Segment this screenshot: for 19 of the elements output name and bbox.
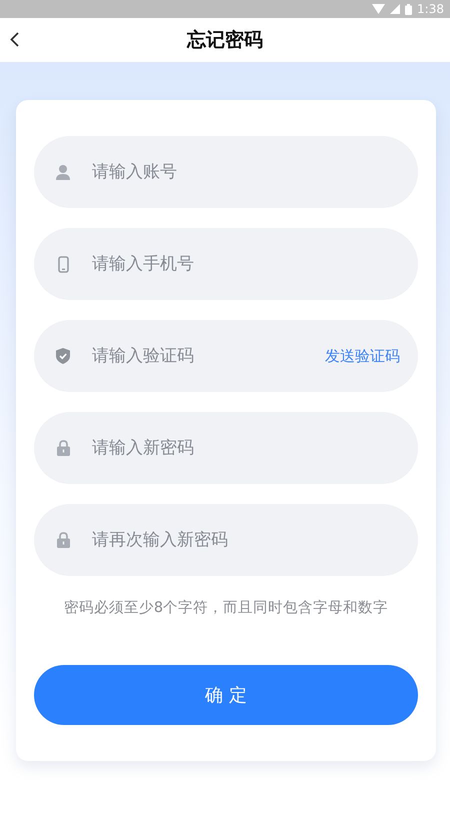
- person-icon: [56, 164, 70, 180]
- page-title: 忘记密码: [187, 28, 263, 53]
- signal-icon: [390, 4, 400, 14]
- input-field[interactable]: 请输入账号: [92, 162, 400, 182]
- send-code-link[interactable]: 发送验证码: [325, 346, 400, 366]
- input-field[interactable]: 请输入新密码: [92, 438, 400, 458]
- status-time: 1:38: [417, 2, 444, 16]
- input-field[interactable]: 请输入手机号: [92, 254, 400, 274]
- back-icon[interactable]: [10, 32, 19, 47]
- phone-icon: [58, 256, 68, 272]
- battery-icon: [405, 4, 412, 14]
- shield-check-icon: [56, 348, 70, 364]
- input-field[interactable]: 请再次输入新密码: [92, 530, 400, 550]
- wifi-icon: [372, 4, 386, 14]
- input-field[interactable]: 请输入验证码: [92, 346, 325, 366]
- lock-icon: [56, 532, 70, 548]
- lock-icon: [56, 440, 70, 456]
- password-hint: 密码必须至少8个字符，而且同时包含字母和数字: [62, 598, 390, 617]
- confirm-button[interactable]: 确 定: [34, 665, 418, 725]
